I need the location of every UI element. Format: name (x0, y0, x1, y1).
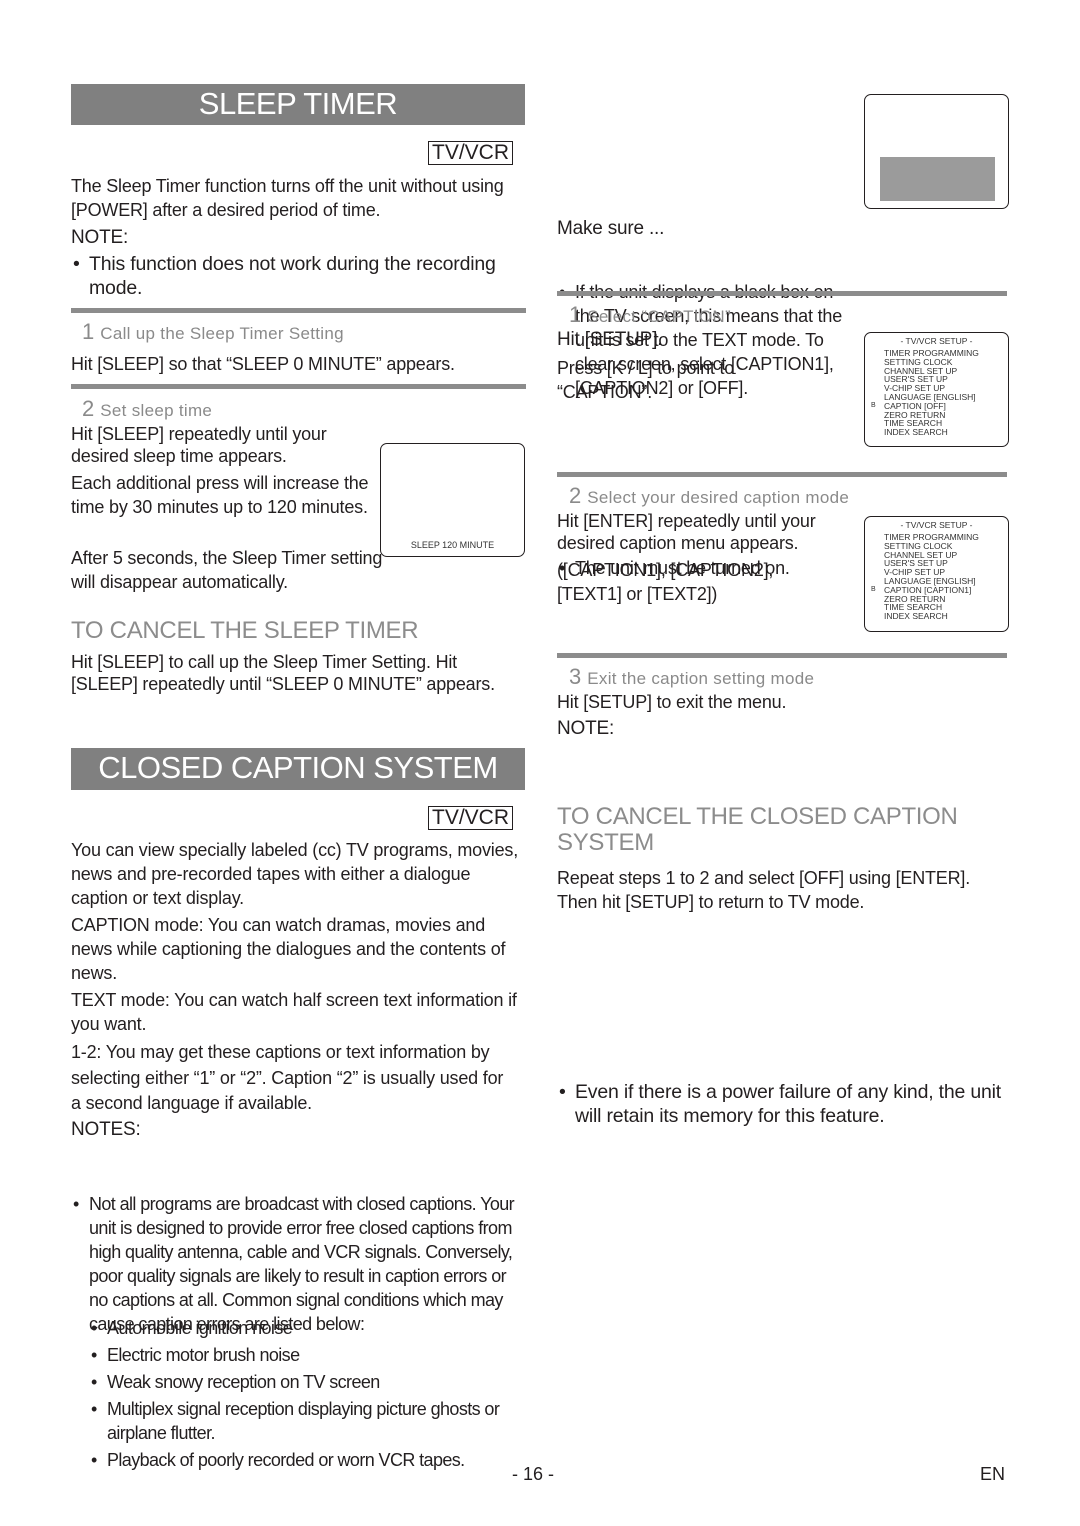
condition-text: Electric motor brush noise (107, 1345, 300, 1365)
sleep-timer-title: SLEEP TIMER (198, 86, 398, 121)
sleep-screen-text: SLEEP 120 MINUTE (410, 540, 495, 550)
step-number: 1 (82, 319, 95, 344)
step-2-heading: 2 Set sleep time (82, 396, 212, 422)
osd-menu-item-text: CAPTION [OFF] (884, 400, 946, 411)
cc-step-3-body: Hit [SETUP] to exit the menu. (557, 692, 787, 712)
cancel-sleep-timer-heading: TO CANCEL THE SLEEP TIMER (71, 617, 419, 644)
cancel-sleep-timer-body: Hit [SLEEP] to call up the Sleep Timer S… (71, 652, 495, 694)
cc-step-3-heading: 3 Exit the caption setting mode (569, 664, 814, 690)
osd-menu-list: TIMER PROGRAMMING SETTING CLOCK CHANNEL … (865, 349, 1008, 437)
osd-menu-title: - TV/VCR SETUP - (900, 520, 973, 530)
closed-caption-title-banner: CLOSED CAPTION SYSTEM (71, 748, 525, 790)
sleep-timer-title-banner: SLEEP TIMER (71, 84, 525, 125)
caption-1-2-description: 1-2: You may get these captions or text … (71, 1042, 504, 1113)
osd-menu-title: - TV/VCR SETUP - (900, 336, 973, 346)
language-code: EN (980, 1464, 1006, 1484)
notes-main-text: Not all programs are broadcast with clos… (89, 1194, 515, 1334)
divider (557, 472, 1007, 477)
caption-mode-description: CAPTION mode: You can watch dramas, movi… (71, 915, 506, 983)
osd-menu-item-selected: B CAPTION [OFF] (865, 400, 1008, 411)
text-mode-black-box (880, 157, 995, 201)
notes-label: NOTES: (71, 1119, 141, 1140)
cc-step-1-heading: 1 Select “CAPTION” (569, 302, 731, 328)
step-2-body-2: Each additional press will increase the … (71, 473, 369, 517)
tv-screen-sleep-display: SLEEP 120 MINUTE (380, 443, 525, 557)
sleep-timer-note-text: This function does not work during the r… (89, 253, 496, 299)
condition-text: Weak snowy reception on TV screen (107, 1372, 380, 1392)
make-sure-label: Make sure ... (557, 218, 665, 239)
caption-error-conditions-list: Automobile ignition noise Electric motor… (89, 1316, 519, 1472)
cc-step-1-body: Hit [SETUP]. (557, 329, 663, 350)
step-title: Exit the caption setting mode (587, 669, 815, 688)
step-number: 1 (569, 302, 582, 327)
divider (557, 291, 1007, 296)
step-1-heading: 1 Call up the Sleep Timer Setting (82, 319, 344, 345)
condition-text: Playback of poorly recorded or worn VCR … (107, 1450, 465, 1470)
list-item: Automobile ignition noise (89, 1316, 519, 1340)
step-title: Select your desired caption mode (587, 488, 850, 507)
cancel-closed-caption-heading: TO CANCEL THE CLOSED CAPTION SYSTEM (557, 803, 958, 856)
divider (71, 308, 526, 313)
sleep-timer-intro: The Sleep Timer function turns off the u… (71, 176, 504, 220)
closed-caption-title: CLOSED CAPTION SYSTEM (98, 750, 498, 785)
list-item: Multiplex signal reception displaying pi… (89, 1397, 519, 1445)
cc-step-1-body-2: Press [K / L] to point to “CAPTION”. (557, 358, 735, 402)
tv-vcr-badge: TV/VCR (428, 141, 514, 165)
step-title: Select “CAPTION” (587, 307, 731, 326)
cc-step-2-heading: 2 Select your desired caption mode (569, 483, 849, 509)
closed-caption-intro: You can view specially labeled (cc) TV p… (71, 840, 519, 908)
condition-text: Multiplex signal reception displaying pi… (107, 1399, 500, 1443)
cc-step-2-body: Hit [ENTER] repeatedly until your desire… (557, 511, 816, 553)
osd-menu-item-selected: B CAPTION [CAPTION1] (865, 584, 1008, 595)
osd-setup-menu-caption1: - TV/VCR SETUP - TIMER PROGRAMMING SETTI… (864, 516, 1009, 632)
condition-text: Automobile ignition noise (107, 1318, 293, 1338)
cc-note-label: NOTE: (557, 718, 615, 739)
cc-step-2-body-2: ([CAPTION1], [CAPTION2], [TEXT1] or [TEX… (557, 560, 774, 604)
cc-note: Even if there is a power failure of any … (557, 1080, 1007, 1128)
step-number: 2 (82, 396, 95, 421)
divider (71, 384, 526, 389)
osd-menu-list: TIMER PROGRAMMING SETTING CLOCK CHANNEL … (865, 533, 1008, 621)
step-number: 3 (569, 664, 582, 689)
divider (557, 653, 1007, 658)
cc-note-text: Even if there is a power failure of any … (575, 1081, 1002, 1127)
step-number: 2 (569, 483, 582, 508)
tv-vcr-badge: TV/VCR (428, 806, 514, 830)
page-number: - 16 - (512, 1464, 555, 1484)
step-title: Set sleep time (100, 401, 213, 420)
cancel-closed-caption-body: Repeat steps 1 to 2 and select [OFF] usi… (557, 868, 970, 912)
osd-menu-item: INDEX SEARCH (884, 611, 948, 622)
list-item: Electric motor brush noise (89, 1343, 519, 1367)
osd-menu-item: INDEX SEARCH (884, 427, 948, 438)
step-2-body: Hit [SLEEP] repeatedly until your desire… (71, 424, 327, 466)
notes-main: Not all programs are broadcast with clos… (71, 1192, 526, 1336)
step-2-body-3: After 5 seconds, the Sleep Timer setting… (71, 548, 383, 592)
menu-cursor-icon: B (871, 401, 876, 409)
sleep-timer-note: This function does not work during the r… (71, 252, 526, 300)
step-1-body: Hit [SLEEP] so that “SLEEP 0 MINUTE” app… (71, 354, 455, 374)
osd-setup-menu-caption-off: - TV/VCR SETUP - TIMER PROGRAMMING SETTI… (864, 332, 1009, 447)
osd-menu-item-text: CAPTION [CAPTION1] (884, 584, 972, 595)
list-item: Playback of poorly recorded or worn VCR … (89, 1448, 519, 1472)
list-item: Weak snowy reception on TV screen (89, 1370, 519, 1394)
step-title: Call up the Sleep Timer Setting (100, 324, 344, 343)
sleep-timer-note-label: NOTE: (71, 227, 129, 248)
text-mode-description: TEXT mode: You can watch half screen tex… (71, 990, 517, 1034)
menu-cursor-icon: B (871, 585, 876, 593)
tv-screen-text-mode (864, 94, 1009, 209)
